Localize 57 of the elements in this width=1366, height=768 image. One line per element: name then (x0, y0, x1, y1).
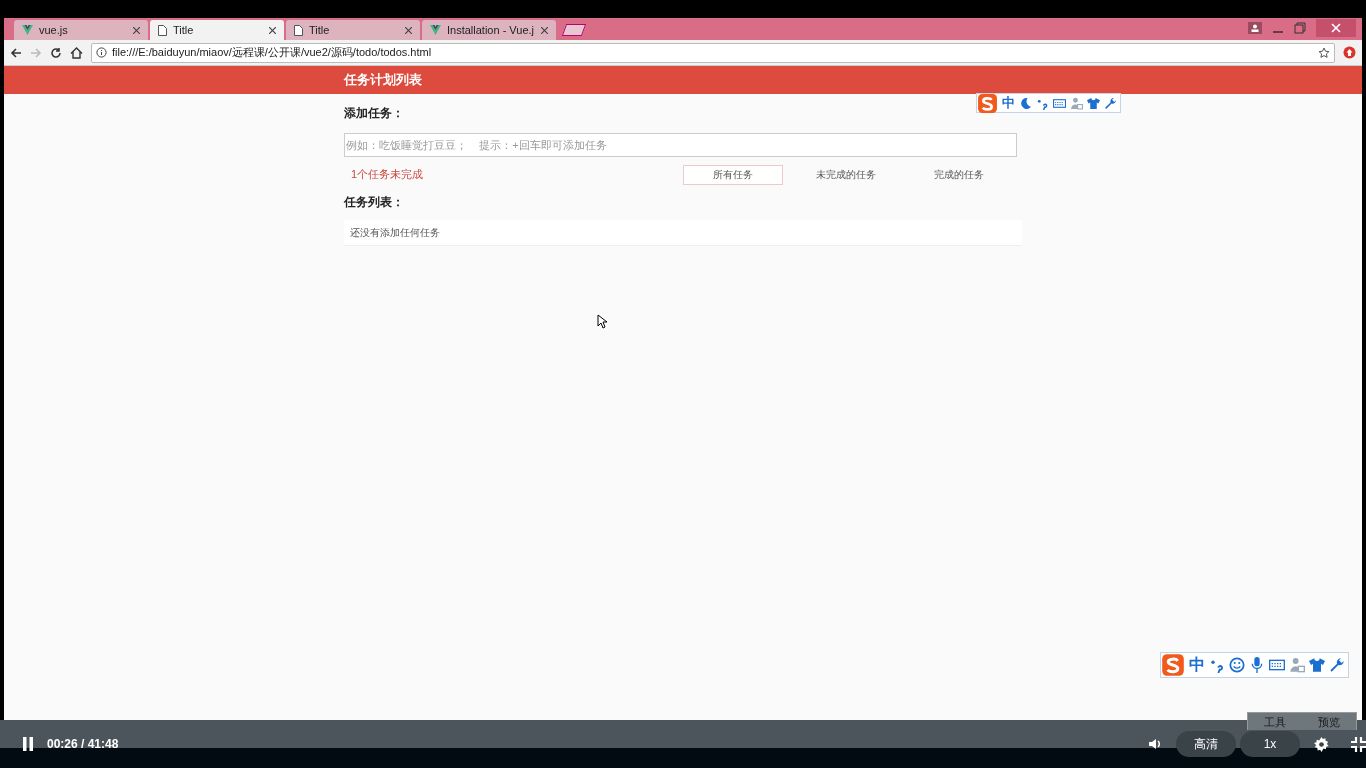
browser-tab[interactable]: Installation - Vue.j (422, 20, 556, 40)
filter-tab[interactable]: 未完成的任务 (796, 164, 896, 185)
close-icon[interactable] (541, 26, 548, 34)
browser-tab[interactable]: vue.js (14, 20, 148, 40)
v-logo-icon (430, 25, 441, 35)
filter-tab[interactable]: 完成的任务 (909, 164, 1009, 185)
keyboard-icon[interactable] (1269, 657, 1285, 673)
ime-logo-icon[interactable] (1161, 653, 1185, 677)
smiley-icon[interactable] (1229, 657, 1245, 673)
playback-time: 00:26 / 41:48 (47, 736, 119, 753)
close-icon[interactable] (269, 26, 276, 34)
remaining-count: 1个任务未完成 (351, 167, 425, 183)
keyboard-icon[interactable] (1053, 96, 1066, 110)
url-text: file:///E:/baiduyun/miaov/远程课/公开课/vue2/源码/todo/todos.html (112, 45, 432, 61)
back-icon[interactable] (10, 46, 22, 59)
reload-icon[interactable] (50, 46, 62, 59)
wrench-icon[interactable] (1329, 657, 1345, 673)
moon-icon[interactable] (1019, 96, 1032, 110)
speed-button[interactable]: 1x (1240, 731, 1300, 757)
extension-icon[interactable] (1343, 46, 1356, 59)
ime-logo-icon[interactable] (977, 92, 998, 114)
empty-message: 还没有添加任何任务 (350, 226, 440, 240)
browser-tab[interactable]: Title (286, 20, 420, 40)
microphone-icon[interactable] (1249, 657, 1265, 673)
v-logo-icon (22, 25, 33, 35)
close-button[interactable] (1316, 19, 1356, 37)
user-icon[interactable] (1248, 22, 1262, 34)
info-icon (96, 47, 107, 58)
shirt-icon[interactable] (1087, 96, 1100, 110)
maximize-icon[interactable] (1294, 22, 1306, 34)
close-icon[interactable] (405, 26, 412, 34)
settings-icon[interactable] (1314, 736, 1329, 752)
task-list-label: 任务列表： (344, 194, 404, 211)
ime-mode-label[interactable]: 中 (1002, 93, 1015, 113)
quality-button[interactable]: 高清 (1176, 731, 1236, 757)
address-bar[interactable]: file:///E:/baiduyun/miaov/远程课/公开课/vue2/源码/todo/todos.html (91, 42, 1335, 63)
new-tab-button[interactable] (561, 24, 587, 36)
page-icon (294, 24, 303, 36)
volume-icon[interactable] (1148, 737, 1162, 751)
filter-tab[interactable]: 所有任务 (683, 164, 783, 185)
page-icon (158, 24, 167, 36)
close-icon (1331, 23, 1341, 33)
mouse-cursor-icon (597, 314, 607, 329)
add-task-label: 添加任务： (344, 105, 404, 122)
task-input[interactable]: 例如：吃饭睡觉打豆豆； 提示：+回车即可添加任务 (344, 133, 1017, 157)
star-icon[interactable] (1318, 46, 1330, 59)
browser-tab[interactable]: Title (150, 20, 284, 40)
ime-mode-label[interactable]: 中 (1189, 653, 1205, 677)
preview-label[interactable]: 预览 (1318, 713, 1340, 730)
shirt-icon[interactable] (1309, 657, 1325, 673)
wrench-icon[interactable] (1104, 96, 1117, 110)
home-icon[interactable] (70, 46, 83, 59)
pause-button[interactable] (20, 736, 36, 752)
close-icon[interactable] (133, 26, 140, 34)
page-title: 任务计划列表 (344, 71, 422, 90)
tools-menu[interactable]: 工具 (1264, 713, 1286, 730)
exit-fullscreen-icon[interactable] (1351, 736, 1366, 752)
